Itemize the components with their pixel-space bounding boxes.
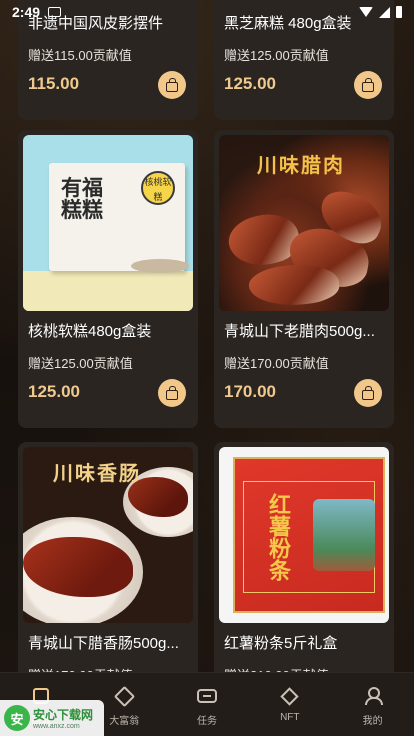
product-name: 青城山下老腊肉500g... bbox=[224, 323, 375, 340]
add-to-cart-button[interactable] bbox=[354, 379, 382, 407]
image-title: 川味腊肉 bbox=[257, 153, 345, 177]
nav-label: NFT bbox=[280, 712, 300, 723]
battery-icon bbox=[396, 6, 402, 18]
product-price: 170.00 bbox=[224, 382, 276, 401]
product-name: 红薯粉条5斤礼盒 bbox=[224, 635, 338, 652]
product-reward: 赠送125.00贡献值 bbox=[224, 48, 329, 63]
add-to-cart-button[interactable] bbox=[158, 379, 186, 407]
user-icon bbox=[364, 687, 383, 705]
nav-label: 我的 bbox=[362, 716, 383, 727]
status-bar: 2:49 bbox=[0, 0, 414, 24]
product-image[interactable]: 川味腊肉 bbox=[219, 135, 389, 311]
image-title: 红薯粉条 bbox=[265, 493, 291, 581]
gift-illustration bbox=[313, 499, 375, 571]
product-price: 115.00 bbox=[28, 74, 80, 93]
product-name: 核桃软糕480g盒装 bbox=[28, 323, 152, 340]
product-name: 青城山下腊香肠500g... bbox=[28, 635, 179, 652]
image-title: 川味香肠 bbox=[53, 461, 141, 485]
nav-item-profile[interactable]: 我的 bbox=[331, 673, 414, 736]
product-reward: 赠送115.00贡献值 bbox=[28, 48, 132, 63]
sim-card-icon bbox=[48, 7, 62, 17]
product-card[interactable]: 川味腊肉 青城山下老腊肉500g... 赠送170.00贡献值 170.00 bbox=[214, 130, 394, 428]
cake-plate bbox=[131, 259, 189, 273]
product-image[interactable]: 红薯粉条 bbox=[219, 447, 389, 623]
shopping-bag-icon bbox=[166, 77, 178, 92]
shopping-bag-icon bbox=[362, 77, 374, 92]
gift-box: 红薯粉条 bbox=[233, 457, 385, 613]
nav-item-nft[interactable]: NFT bbox=[248, 673, 331, 736]
brand-stamp: 核桃软糕 bbox=[141, 171, 175, 205]
product-image[interactable]: 川味香肠 bbox=[23, 447, 193, 623]
shopping-bag-icon bbox=[166, 385, 178, 400]
watermark: 安 安心下载网 www.anxz.com bbox=[0, 700, 104, 736]
product-card[interactable]: 有福 糕糕 核桃软糕 核桃软糕480g盒装 赠送125.00贡献值 125.00 bbox=[18, 130, 198, 428]
watermark-logo-icon: 安 bbox=[4, 705, 30, 731]
cube-icon bbox=[113, 685, 135, 707]
product-reward: 赠送170.00贡献值 bbox=[224, 356, 329, 371]
add-to-cart-button[interactable] bbox=[158, 71, 186, 99]
task-icon bbox=[196, 689, 217, 703]
nav-item-tasks[interactable]: 任务 bbox=[166, 673, 249, 736]
product-price: 125.00 bbox=[28, 382, 80, 401]
nav-label: 任务 bbox=[196, 716, 217, 727]
nft-icon bbox=[280, 686, 299, 706]
signal-icon bbox=[379, 6, 390, 18]
add-to-cart-button[interactable] bbox=[354, 71, 382, 99]
nav-label: 大富翁 bbox=[109, 716, 140, 727]
product-reward: 赠送125.00贡献值 bbox=[28, 356, 133, 371]
product-image[interactable]: 有福 糕糕 核桃软糕 bbox=[23, 135, 193, 311]
product-price: 125.00 bbox=[224, 74, 276, 93]
wifi-icon bbox=[359, 7, 373, 17]
product-box: 有福 糕糕 核桃软糕 bbox=[49, 163, 185, 271]
shopping-bag-icon bbox=[362, 385, 374, 400]
status-time: 2:49 bbox=[12, 4, 41, 20]
